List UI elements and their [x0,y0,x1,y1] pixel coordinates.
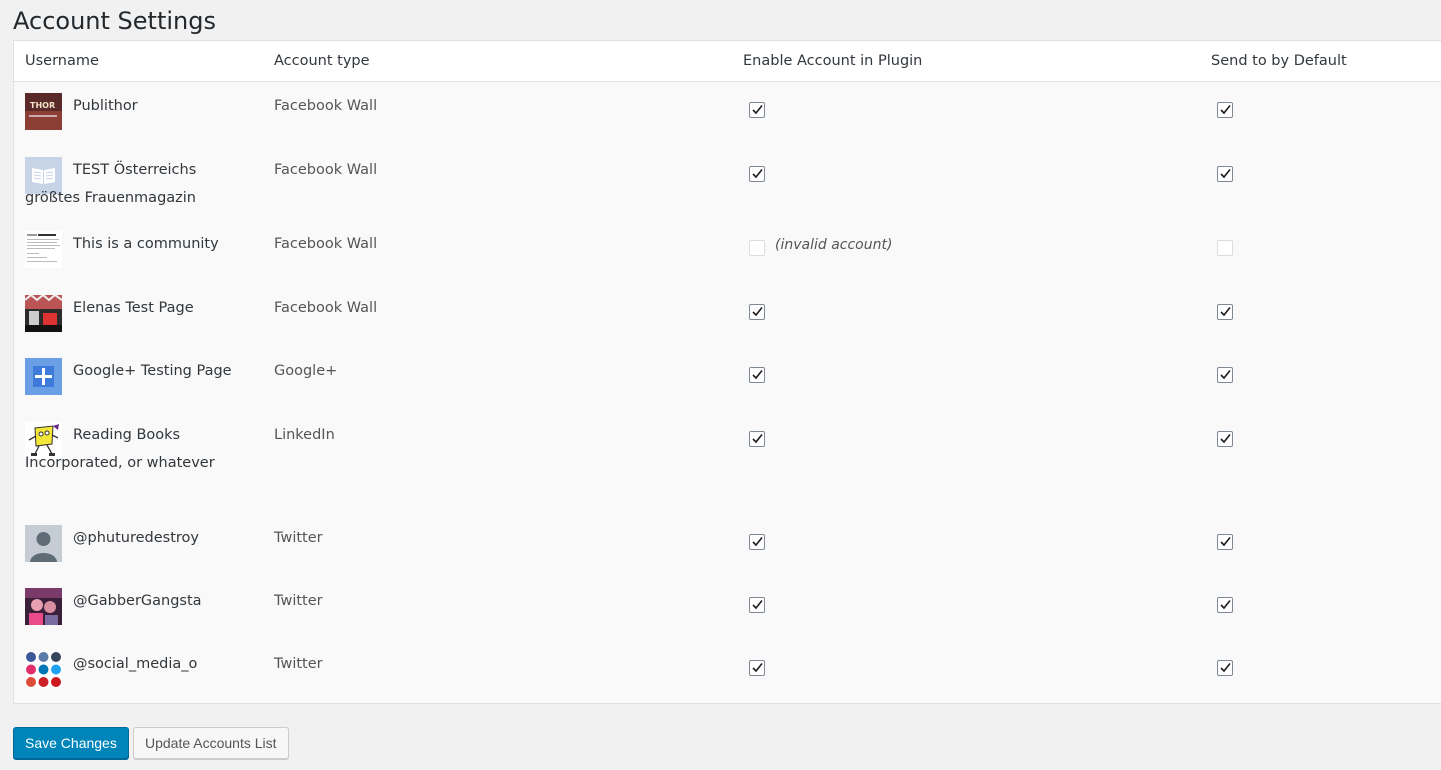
account-type-cell: Facebook Wall [274,162,378,178]
username-cell: Reading Books Incorporated, or whatever [25,421,255,477]
checkmark-icon [752,663,763,673]
username-text: This is a community [73,236,219,252]
send-default-checkbox[interactable] [1217,660,1233,676]
enable-account-checkbox[interactable] [749,166,765,182]
username-text: TEST Österreichs größtes Frauenmagazin [25,162,197,206]
checkmark-icon [752,105,763,115]
send-default-checkbox[interactable] [1217,534,1233,550]
account-type-cell: Twitter [274,593,323,609]
send-default-checkbox[interactable] [1217,367,1233,383]
checkmark-icon [752,307,763,317]
header-username: Username [25,53,99,69]
checkmark-icon [1220,307,1231,317]
account-type-cell: LinkedIn [274,427,335,443]
enable-account-checkbox[interactable] [749,534,765,550]
send-default-checkbox[interactable] [1217,102,1233,118]
send-default-checkbox[interactable] [1217,597,1233,613]
username-text: Elenas Test Page [73,300,194,316]
enable-account-checkbox[interactable] [749,304,765,320]
checkmark-icon [1220,663,1231,673]
account-type-cell: Facebook Wall [274,236,378,252]
page-title: Account Settings [13,7,216,35]
send-default-checkbox[interactable] [1217,431,1233,447]
save-changes-button[interactable]: Save Changes [13,727,129,759]
account-type-cell: Twitter [274,530,323,546]
username-text: Google+ Testing Page [73,363,232,379]
checkmark-icon [1220,169,1231,179]
table-header: Username Account type Enable Account in … [14,41,1441,82]
enable-account-checkbox[interactable] [749,660,765,676]
account-type-cell: Twitter [274,656,323,672]
enable-account-checkbox[interactable] [749,102,765,118]
username-cell: Google+ Testing Page [25,357,255,385]
checkmark-icon [752,370,763,380]
checkmark-icon [1220,434,1231,444]
username-cell: TEST Österreichs größtes Frauenmagazin [25,156,255,212]
enable-account-checkbox[interactable] [749,367,765,383]
enable-account-checkbox[interactable] [749,597,765,613]
username-text: Publithor [73,98,138,114]
username-cell: @GabberGangsta [25,587,255,615]
username-cell: @phuturedestroy [25,524,255,552]
invalid-account-note: (invalid account) [775,237,893,253]
username-cell: @social_media_o [25,650,255,678]
username-text: @social_media_o [73,656,198,672]
username-text: @GabberGangsta [73,593,202,609]
header-account-type: Account type [274,53,370,69]
send-default-checkbox[interactable] [1217,240,1233,256]
header-send-by-default: Send to by Default [1211,53,1347,69]
header-enable-account: Enable Account in Plugin [743,53,923,69]
checkmark-icon [752,434,763,444]
send-default-checkbox[interactable] [1217,304,1233,320]
enable-account-checkbox[interactable] [749,431,765,447]
checkmark-icon [752,169,763,179]
checkmark-icon [1220,537,1231,547]
accounts-table: Username Account type Enable Account in … [13,40,1441,704]
checkmark-icon [1220,105,1231,115]
username-cell: Publithor [25,92,255,120]
account-type-cell: Facebook Wall [274,98,378,114]
update-accounts-list-button[interactable]: Update Accounts List [133,727,289,759]
send-default-checkbox[interactable] [1217,166,1233,182]
checkmark-icon [1220,600,1231,610]
checkmark-icon [752,537,763,547]
username-cell: Elenas Test Page [25,294,255,322]
username-cell: This is a community [25,230,255,258]
username-text: @phuturedestroy [73,530,199,546]
account-type-cell: Facebook Wall [274,300,378,316]
checkmark-icon [752,600,763,610]
checkmark-icon [1220,370,1231,380]
username-text: Reading Books Incorporated, or whatever [25,427,215,471]
account-type-cell: Google+ [274,363,338,379]
enable-account-checkbox[interactable] [749,240,765,256]
